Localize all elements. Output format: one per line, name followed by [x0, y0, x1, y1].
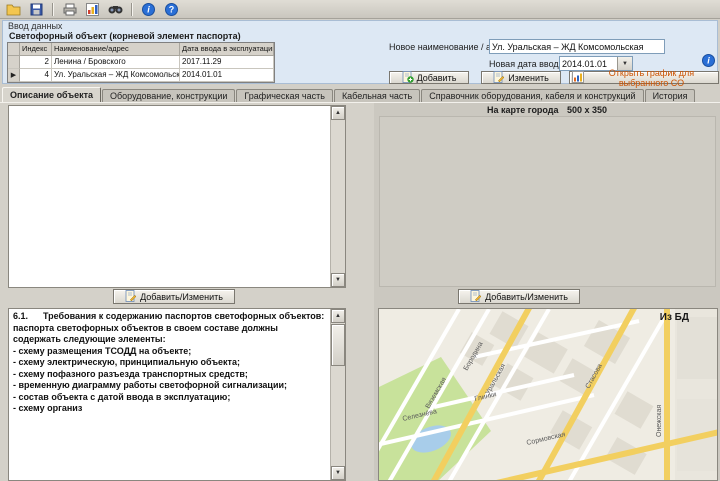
- tab-cable-part[interactable]: Кабельная часть: [334, 89, 420, 102]
- grid-col-name: Наименование/адрес: [52, 43, 180, 56]
- groupbox-subtitle: Светофорный объект (корневой элемент пас…: [9, 31, 241, 41]
- cell-index[interactable]: 2: [20, 56, 52, 69]
- right-add-edit-label: Добавить/Изменить: [485, 292, 568, 302]
- description-textbox[interactable]: ▲ ▼: [8, 105, 346, 288]
- input-data-groupbox: Ввод данных Светофорный объект (корневой…: [2, 20, 718, 84]
- app-window: i ? Ввод данных Светофорный объект (корн…: [0, 0, 720, 480]
- right-add-edit-button[interactable]: Добавить/Изменить: [458, 289, 580, 304]
- cell-index[interactable]: 4: [20, 69, 52, 82]
- current-row-marker-icon: ▶: [11, 72, 16, 79]
- groupbox-title: Ввод данных: [8, 21, 62, 31]
- toolbar-separator: [52, 3, 54, 16]
- tab-graphic-part[interactable]: Графическая часть: [236, 89, 333, 102]
- grid-header-row: Индекс Наименование/адрес Дата ввода в э…: [8, 43, 274, 56]
- map-title: На карте города: [487, 105, 559, 115]
- scroll-up-icon[interactable]: ▲: [331, 106, 345, 120]
- grid-col-index: Индекс: [20, 43, 52, 56]
- scroll-down-icon[interactable]: ▼: [331, 466, 345, 480]
- scrollbar[interactable]: ▲ ▼: [330, 106, 345, 287]
- print-icon[interactable]: [59, 1, 80, 18]
- save-icon[interactable]: [26, 1, 47, 18]
- tab-reference[interactable]: Справочник оборудования, кабеля и констр…: [421, 89, 643, 102]
- city-map-svg: Бородина Вяземская Уральская Глинки Стас…: [379, 309, 718, 481]
- cell-date[interactable]: 2017.11.29: [180, 56, 274, 69]
- passport-grid[interactable]: Индекс Наименование/адрес Дата ввода в э…: [7, 42, 275, 83]
- form-pencil-icon: [125, 290, 137, 304]
- grid-col-date: Дата ввода в эксплуатацию: [180, 43, 274, 56]
- row-selector[interactable]: [8, 56, 20, 69]
- cell-name[interactable]: Ленина / Бровского: [52, 56, 180, 69]
- main-toolbar: i ?: [0, 0, 720, 19]
- add-button-label: Добавить: [417, 73, 457, 83]
- folder-icon[interactable]: [3, 1, 24, 18]
- table-row-current[interactable]: ▶ 4 Ул. Уральская – ЖД Комсомольская 201…: [8, 69, 274, 82]
- tab-equipment-constructions[interactable]: Оборудование, конструкции: [102, 89, 235, 102]
- from-db-label: Из БД: [660, 312, 689, 323]
- map-placeholder-panel: [379, 116, 716, 287]
- scroll-up-icon[interactable]: ▲: [331, 309, 345, 323]
- city-map[interactable]: Бородина Вяземская Уральская Глинки Стас…: [378, 308, 718, 481]
- requirements-text: 6.1. Требования к содержанию паспортов с…: [9, 309, 330, 480]
- open-graph-button-label: Открыть график для выбранного СО: [587, 68, 716, 88]
- street-label-onezhskaya: Онежская: [656, 405, 663, 437]
- open-graph-button[interactable]: Открыть график для выбранного СО: [569, 71, 719, 84]
- help-icon[interactable]: ?: [161, 1, 182, 18]
- left-add-edit-button[interactable]: Добавить/Изменить: [113, 289, 235, 304]
- toolbar-separator: [131, 3, 133, 16]
- tab-object-description[interactable]: Описание объекта: [2, 87, 101, 102]
- new-date-label: Новая дата ввода: [489, 59, 564, 69]
- grid-selector-header: [8, 43, 20, 56]
- cell-name[interactable]: Ул. Уральская – ЖД Комсомольская: [52, 69, 180, 82]
- edit-button-label: Изменить: [508, 73, 549, 83]
- scrollbar[interactable]: ▲ ▼: [330, 309, 345, 480]
- info-icon[interactable]: i: [138, 1, 159, 18]
- tab-history[interactable]: История: [645, 89, 696, 102]
- table-row[interactable]: 2 Ленина / Бровского 2017.11.29: [8, 56, 274, 69]
- binoculars-icon[interactable]: [105, 1, 126, 18]
- left-add-edit-label: Добавить/Изменить: [140, 292, 223, 302]
- tabstrip: Описание объекта Оборудование, конструкц…: [2, 87, 696, 102]
- add-button[interactable]: Добавить: [389, 71, 469, 84]
- scroll-thumb[interactable]: [331, 324, 345, 366]
- form-pencil-icon: [470, 290, 482, 304]
- cell-date[interactable]: 2014.01.01: [180, 69, 274, 82]
- scroll-down-icon[interactable]: ▼: [331, 273, 345, 287]
- form-pencil-icon: [493, 71, 505, 85]
- new-name-input[interactable]: [489, 39, 665, 54]
- svg-text:?: ?: [169, 4, 175, 14]
- edit-button[interactable]: Изменить: [481, 71, 561, 84]
- map-size-label: 500 x 350: [567, 105, 607, 115]
- row-selector[interactable]: ▶: [8, 69, 20, 82]
- chart-icon[interactable]: [82, 1, 103, 18]
- form-plus-icon: [402, 71, 414, 85]
- requirements-textbox[interactable]: 6.1. Требования к содержанию паспортов с…: [8, 308, 346, 481]
- graph-icon: [572, 71, 584, 85]
- tab-page-description: ▲ ▼ Добавить/Изменить 6.1. Требования к …: [0, 102, 720, 480]
